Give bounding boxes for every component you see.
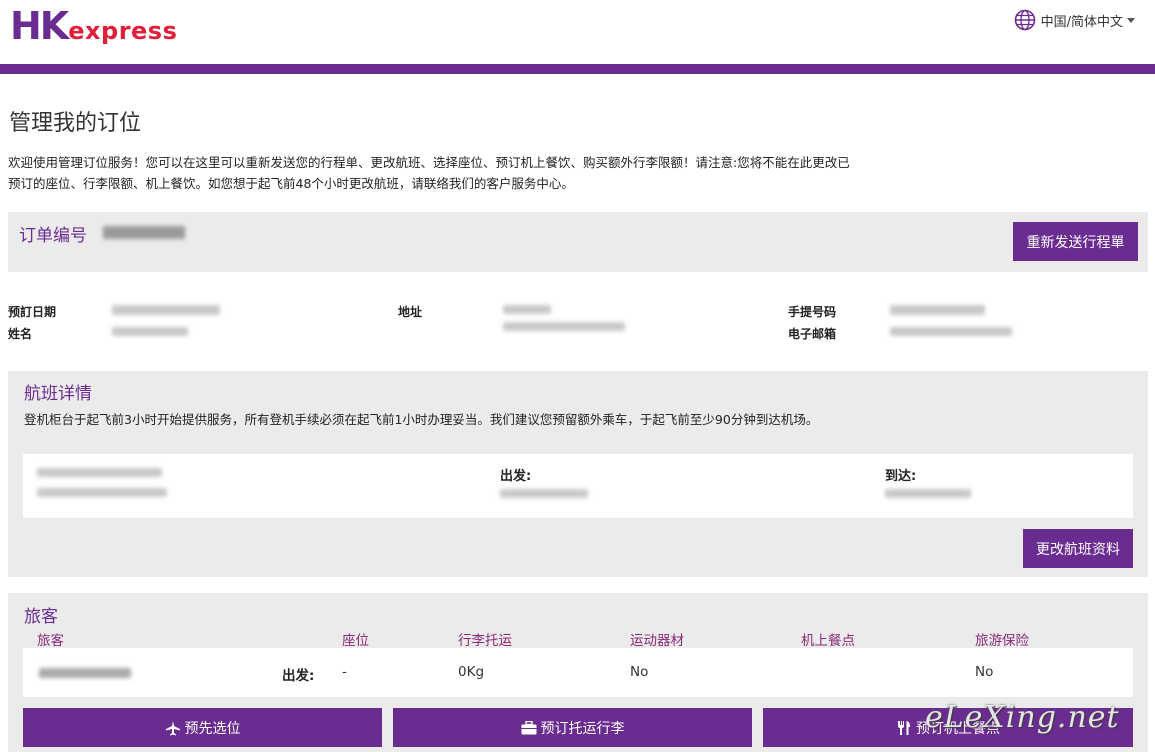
passenger-direction: 出发: — [282, 668, 315, 684]
language-label: 中国/简体中文 — [1040, 14, 1123, 30]
flight-details-title: 航班详情 — [24, 384, 92, 404]
passenger-sports: No — [630, 664, 649, 680]
email-value — [890, 327, 1012, 336]
seat-selection-button[interactable]: 预先选位 — [23, 708, 382, 747]
arrival-label: 到达: — [885, 469, 917, 484]
passenger-insurance: No — [975, 664, 994, 680]
name-label: 姓名 — [8, 327, 33, 341]
address-label: 地址 — [398, 305, 423, 319]
baggage-booking-button[interactable]: 预订托运行李 — [393, 708, 752, 747]
col-meal: 机上餐点 — [801, 633, 855, 649]
intro-line-1: 欢迎使用管理订位服务！您可以在这里可以重新发送您的行程单、更改航班、选择座位、预… — [8, 155, 850, 170]
header-divider — [0, 64, 1155, 74]
meal-booking-button[interactable]: 预订机上餐点 — [763, 708, 1133, 747]
top-header: HK express 中国/简体中文 — [0, 0, 1155, 64]
flight-details-panel: 航班详情 登机柜台于起飞前3小时开始提供服务，所有登机手续必须在起飞前1小时办理… — [8, 371, 1148, 577]
flight-route — [37, 488, 167, 497]
arrival-time — [885, 489, 971, 498]
intro-line-2: 预订的座位、行李限额、机上餐饮。如您想于起飞前48个小时更改航班，请联络我们的客… — [8, 176, 574, 191]
resend-itinerary-button[interactable]: 重新发送行程單 — [1013, 222, 1138, 261]
col-baggage: 行李托运 — [458, 633, 512, 649]
address-value-1 — [503, 305, 551, 314]
hk-express-logo[interactable]: HK express — [10, 6, 177, 46]
col-seat: 座位 — [342, 633, 369, 649]
passengers-title: 旅客 — [24, 607, 58, 627]
logo-express-text: express — [68, 17, 178, 45]
baggage-booking-label: 预订托运行李 — [540, 720, 625, 737]
booking-ref-value — [103, 226, 185, 239]
flight-checkin-note: 登机柜台于起飞前3小时开始提供服务，所有登机手续必须在起飞前1小时办理妥当。我们… — [24, 412, 819, 427]
booking-ref-panel: 订单编号 — [8, 212, 1148, 272]
change-flight-button[interactable]: 更改航班资料 — [1023, 529, 1133, 568]
intro-text: 欢迎使用管理订位服务！您可以在这里可以重新发送您的行程单、更改航班、选择座位、预… — [8, 152, 968, 194]
mobile-value — [890, 305, 985, 315]
departure-time — [500, 489, 588, 498]
passenger-seat: - — [342, 664, 347, 680]
globe-icon — [1014, 9, 1035, 31]
logo-hk-text: HK — [10, 4, 69, 48]
name-value — [112, 327, 188, 336]
chevron-down-icon — [1127, 17, 1135, 23]
meal-booking-label: 预订机上餐点 — [916, 720, 1000, 737]
passenger-baggage: 0Kg — [458, 664, 485, 680]
col-insurance: 旅游保险 — [975, 633, 1029, 649]
passenger-row: 出发: - 0Kg No No — [23, 648, 1133, 697]
booking-date-value — [112, 305, 220, 315]
cutlery-icon — [898, 720, 910, 735]
flight-row: 出发: 到达: — [23, 454, 1133, 518]
seat-selection-label: 预先选位 — [184, 720, 241, 737]
mobile-label: 手提号码 — [788, 305, 837, 319]
suitcase-icon — [521, 720, 536, 734]
address-value-2 — [503, 322, 625, 331]
page-title: 管理我的订位 — [9, 111, 142, 136]
passenger-name — [39, 668, 131, 678]
booking-date-label: 预訂日期 — [8, 305, 57, 319]
col-passenger: 旅客 — [37, 633, 64, 649]
flight-number — [37, 468, 162, 477]
email-label: 电子邮箱 — [788, 327, 837, 341]
booking-ref-label: 订单编号 — [19, 226, 87, 246]
departure-label: 出发: — [500, 469, 532, 484]
airplane-icon — [165, 720, 180, 735]
col-sports-equipment: 运动器材 — [630, 633, 684, 649]
language-selector[interactable]: 中国/简体中文 — [1014, 9, 1135, 31]
